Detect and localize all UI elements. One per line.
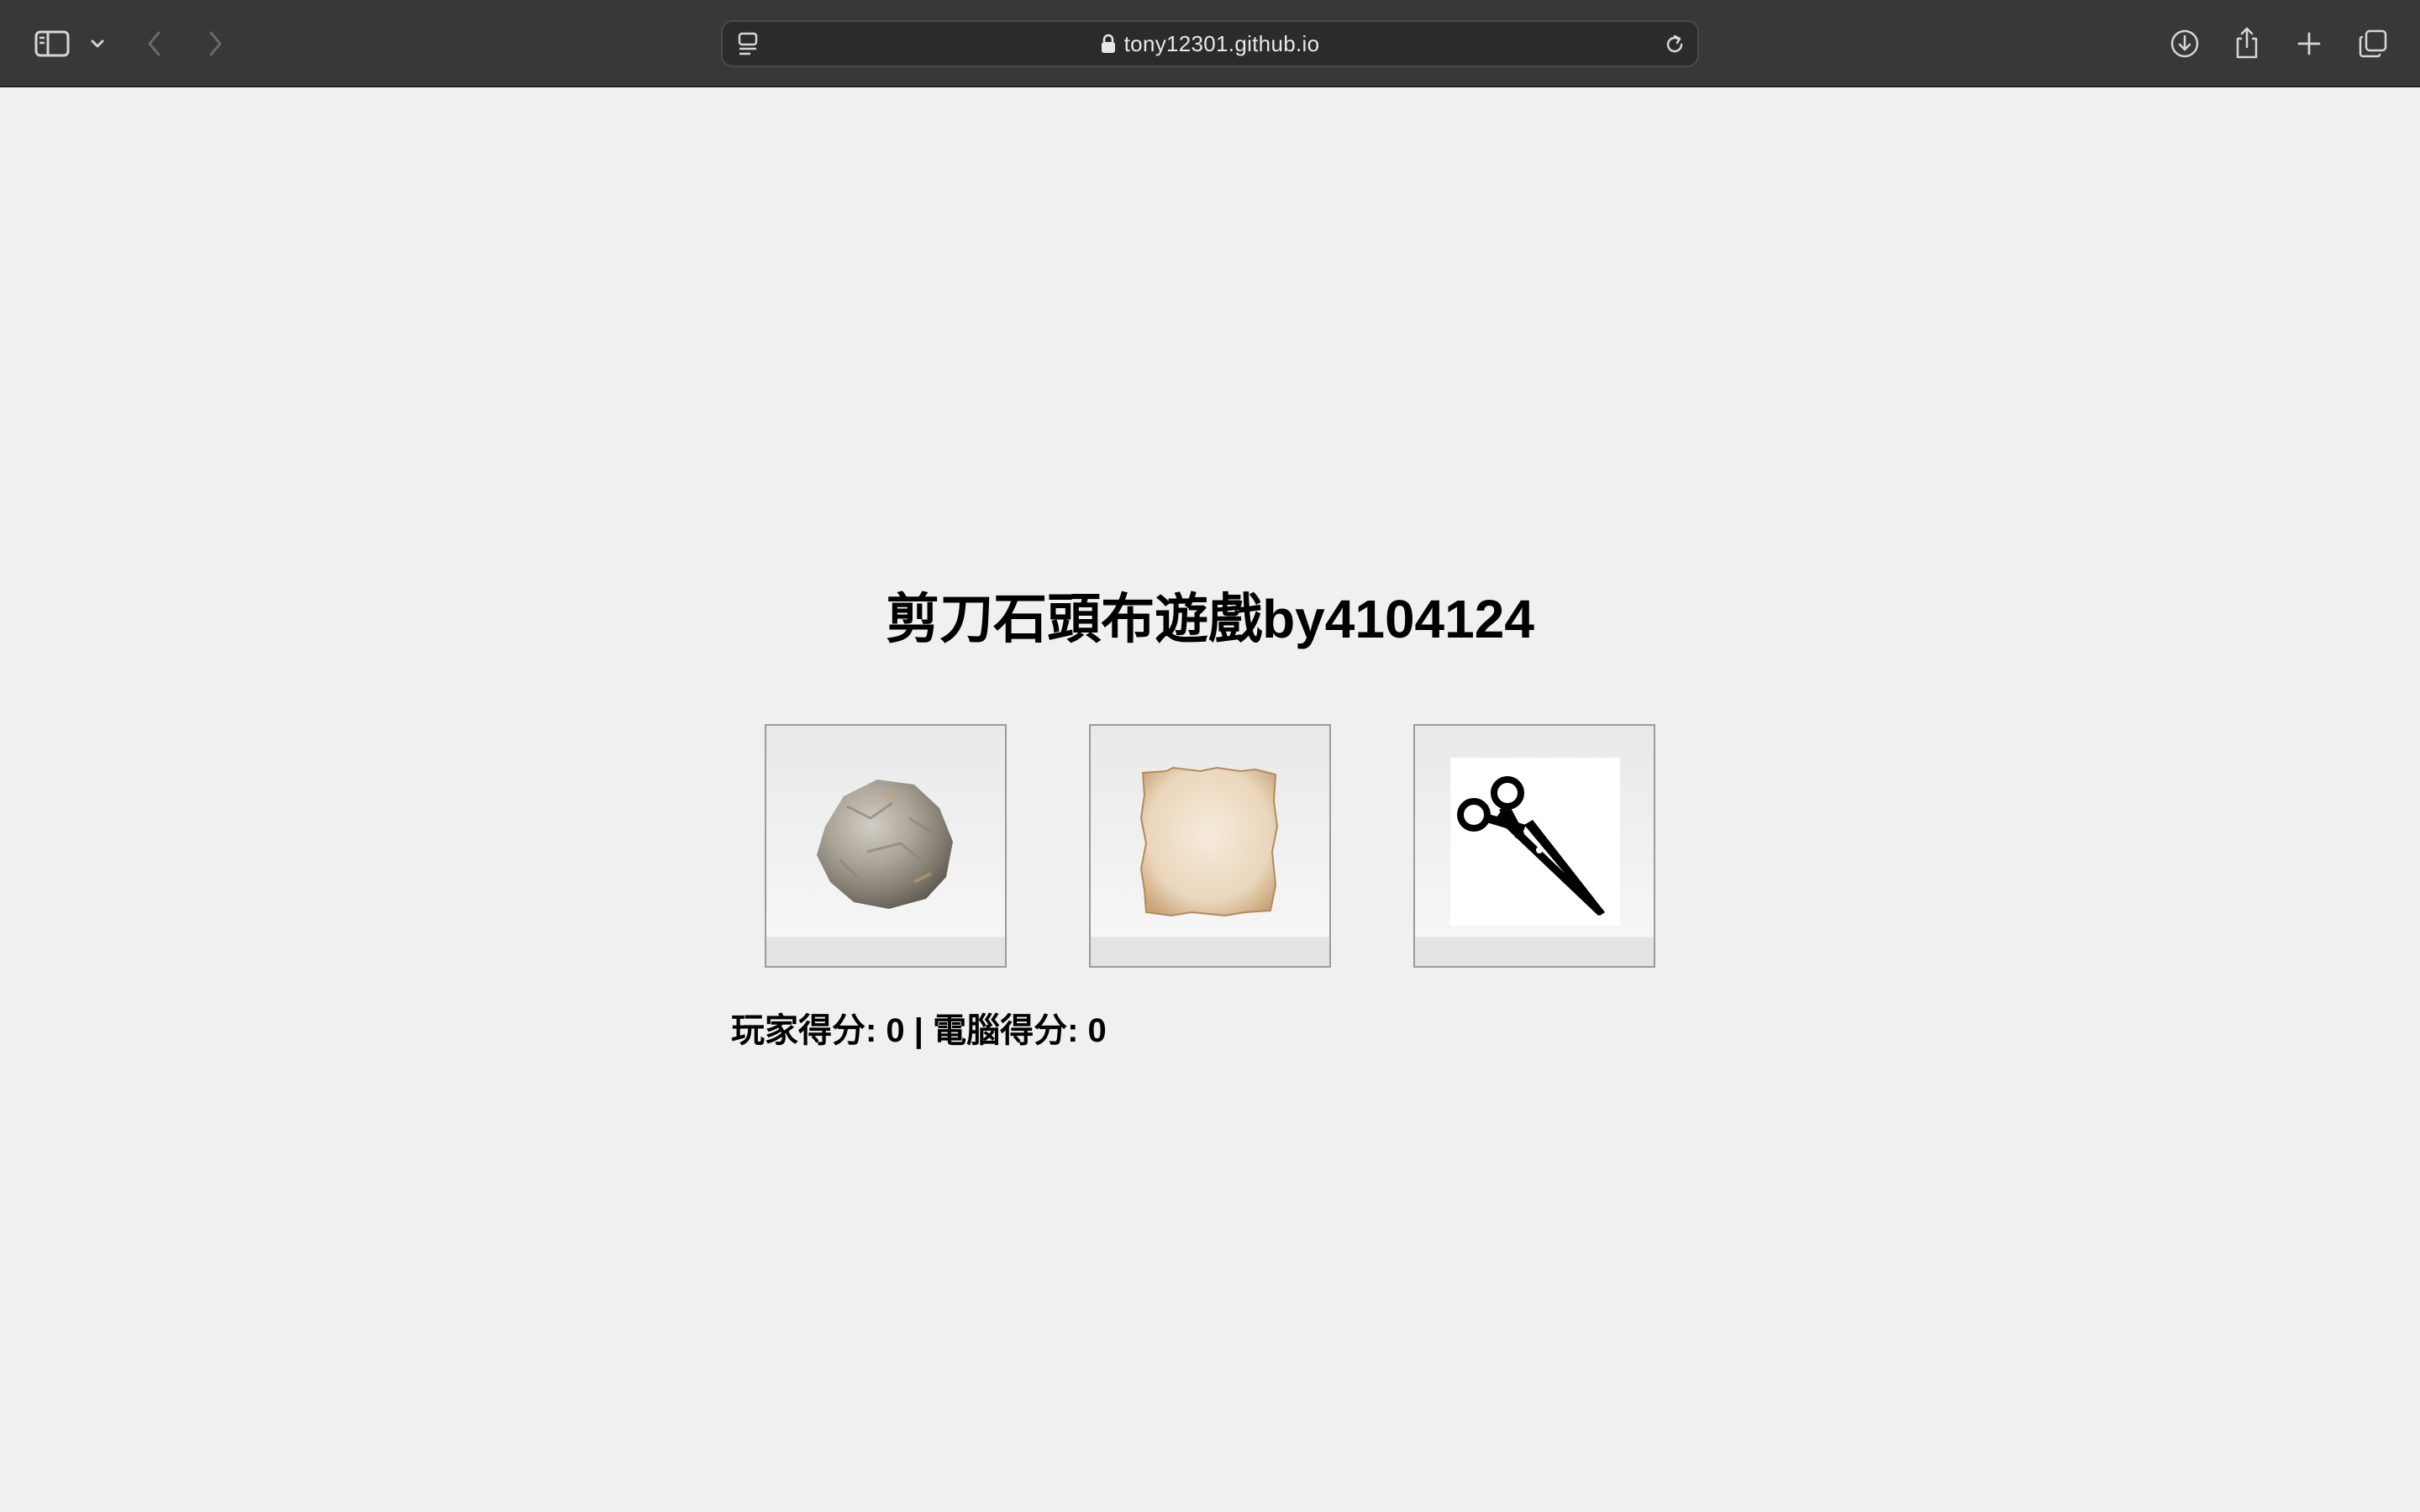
- sidebar-icon: [34, 30, 70, 57]
- reload-icon: [1666, 34, 1683, 53]
- browser-toolbar: tony12301.github.io: [0, 0, 2420, 87]
- plus-icon: [2297, 32, 2321, 55]
- paper-button[interactable]: [1089, 724, 1331, 968]
- chevron-left-icon: [148, 31, 160, 56]
- reload-button[interactable]: [1659, 29, 1691, 60]
- paper-icon: [1139, 766, 1279, 917]
- tabs-overview-icon: [2359, 29, 2387, 58]
- score-display: 玩家得分: 0 | 電腦得分: 0: [731, 1012, 1107, 1049]
- scissors-button[interactable]: [1413, 724, 1655, 968]
- share-button[interactable]: [2230, 24, 2264, 62]
- chevron-down-icon: [91, 39, 104, 48]
- page-title: 剪刀石頭布遊戲by4104124: [886, 589, 1534, 649]
- download-icon: [2170, 29, 2199, 58]
- lock-icon: [1101, 34, 1115, 53]
- back-button[interactable]: [138, 25, 171, 62]
- sidebar-toggle-button[interactable]: [32, 25, 72, 62]
- tab-overview-button[interactable]: [2354, 25, 2391, 62]
- chevron-right-icon: [209, 31, 222, 56]
- url-text: tony12301.github.io: [1123, 30, 1320, 56]
- scissors-icon: [1450, 758, 1620, 926]
- address-bar[interactable]: tony12301.github.io: [721, 20, 1699, 67]
- rock-button[interactable]: [765, 724, 1007, 968]
- page-content: 剪刀石頭布遊戲by4104124 玩家得分: 0 | 電腦得分: 0: [0, 87, 2420, 1512]
- new-tab-button[interactable]: [2292, 25, 2326, 62]
- rock-icon: [817, 780, 953, 909]
- forward-button[interactable]: [198, 25, 232, 62]
- share-icon: [2236, 27, 2258, 59]
- sidebar-menu-button[interactable]: [86, 30, 109, 57]
- url-display[interactable]: tony12301.github.io: [723, 22, 1697, 66]
- downloads-button[interactable]: [2166, 25, 2203, 62]
